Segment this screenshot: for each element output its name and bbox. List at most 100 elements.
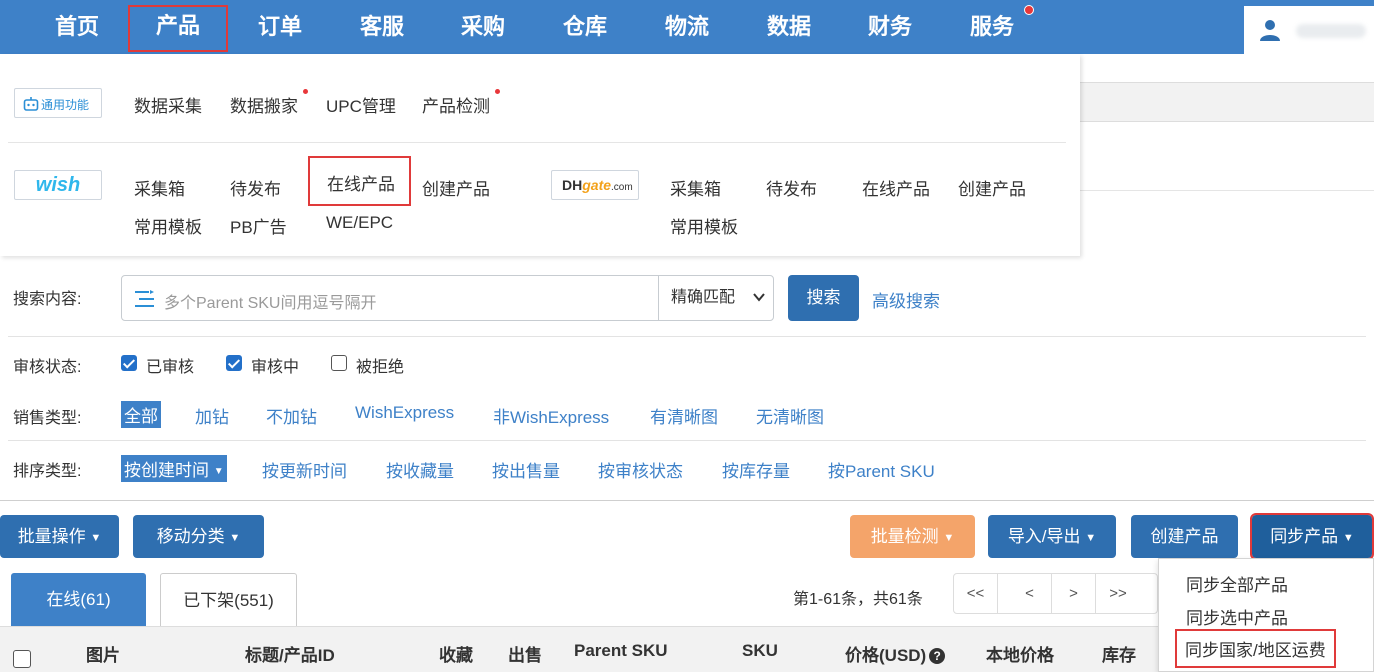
top-nav: 首页 产品 订单 客服 采购 仓库 物流 数据 财务 服务 — [0, 0, 1374, 54]
link-data-collection[interactable]: 数据采集 — [134, 92, 202, 117]
list-filter-icon — [135, 290, 154, 307]
column-header-title: 标题/产品ID — [245, 646, 335, 665]
checkbox-reviewed[interactable] — [121, 355, 137, 371]
pagination-prev[interactable]: < — [1008, 574, 1052, 613]
wish-link-create-product[interactable]: 创建产品 — [422, 175, 490, 200]
nav-item-products[interactable]: 产品 — [128, 5, 228, 52]
column-header-sku: SKU — [742, 641, 778, 660]
column-header-price-label: 价格(USD) — [845, 646, 927, 665]
sales-type-all[interactable]: 全部 — [121, 401, 161, 428]
select-all-checkbox[interactable] — [13, 650, 31, 668]
filter-divider — [8, 336, 1366, 337]
wish-link-pending[interactable]: 待发布 — [230, 175, 281, 200]
wish-link-we-epc[interactable]: WE/EPC — [326, 213, 393, 233]
wish-logo: wish — [14, 170, 102, 200]
checkbox-rejected-label: 被拒绝 — [356, 359, 405, 376]
caret-down-icon: ▼ — [213, 466, 224, 477]
checkbox-reviewed-label: 已审核 — [146, 359, 195, 376]
checkbox-under-review[interactable] — [226, 355, 242, 371]
sort-selected-label: 按创建时间 — [124, 461, 209, 480]
column-header-sold[interactable]: 出售 — [508, 641, 542, 666]
user-name-redacted — [1296, 24, 1366, 38]
import-export-button[interactable]: 导入/导出 ▼ — [988, 515, 1116, 558]
wish-link-online-products[interactable]: 在线产品 — [308, 156, 411, 206]
background-toolbar — [1080, 82, 1374, 122]
link-upc-management[interactable]: UPC管理 — [326, 92, 396, 117]
nav-item-orders[interactable]: 订单 — [230, 0, 330, 54]
tab-delisted[interactable]: 已下架(551) — [160, 573, 297, 626]
pagination-summary: 第1-61条，共61条 — [793, 591, 923, 608]
sales-type-no-diamond[interactable]: 不加钻 — [266, 403, 317, 428]
sync-all-products[interactable]: 同步全部产品 — [1186, 571, 1288, 596]
search-button[interactable]: 搜索 — [788, 275, 859, 321]
import-export-label: 导入/导出 — [1007, 527, 1081, 546]
sales-type-label: 销售类型: — [13, 410, 82, 427]
column-header-favorites[interactable]: 收藏 — [439, 641, 473, 666]
nav-item-home[interactable]: 首页 — [27, 0, 127, 54]
nav-item-customer-service[interactable]: 客服 — [332, 0, 432, 54]
nav-item-warehouse[interactable]: 仓库 — [535, 0, 635, 54]
match-mode-value: 精确匹配 — [671, 289, 736, 306]
dhgate-link-create-product[interactable]: 创建产品 — [958, 175, 1026, 200]
search-input[interactable]: 多个Parent SKU间用逗号隔开 精确匹配 — [121, 275, 774, 321]
wish-link-pb-ads[interactable]: PB广告 — [230, 213, 287, 238]
sort-by-parent-sku[interactable]: 按Parent SKU — [828, 457, 935, 482]
dhgate-link-collection-box[interactable]: 采集箱 — [670, 175, 721, 200]
match-mode-select[interactable]: 精确匹配 — [658, 276, 774, 320]
nav-item-finance[interactable]: 财务 — [840, 0, 940, 54]
column-header-price: 价格(USD)? — [845, 641, 946, 666]
advanced-search-link[interactable]: 高级搜索 — [872, 287, 940, 312]
new-badge-dot — [495, 89, 500, 94]
section-divider — [0, 500, 1374, 501]
move-category-button[interactable]: 移动分类 ▼ — [133, 515, 264, 558]
wish-logo-text: wish — [35, 174, 81, 196]
create-product-button[interactable]: 创建产品 — [1131, 515, 1238, 558]
column-header-stock[interactable]: 库存 — [1102, 641, 1136, 666]
search-placeholder: 多个Parent SKU间用逗号隔开 — [164, 295, 377, 312]
sort-by-update-time[interactable]: 按更新时间 — [262, 457, 347, 482]
link-product-check[interactable]: 产品检测 — [422, 92, 490, 117]
batch-check-button[interactable]: 批量检测 ▼ — [850, 515, 975, 558]
dhgate-link-pending[interactable]: 待发布 — [766, 175, 817, 200]
wish-link-collection-box[interactable]: 采集箱 — [134, 175, 185, 200]
move-category-label: 移动分类 — [156, 527, 225, 546]
sort-selected[interactable]: 按创建时间 ▼ — [121, 455, 227, 482]
pagination-first[interactable]: << — [954, 574, 998, 613]
sort-by-stock[interactable]: 按库存量 — [722, 457, 790, 482]
sort-by-review-status[interactable]: 按审核状态 — [598, 457, 683, 482]
batch-operations-button[interactable]: 批量操作 ▼ — [0, 515, 119, 558]
sales-type-no-clear-image[interactable]: 无清晰图 — [756, 403, 824, 428]
sales-type-clear-image[interactable]: 有清晰图 — [650, 403, 718, 428]
search-label: 搜索内容: — [13, 291, 82, 308]
column-header-local-price: 本地价格 — [986, 646, 1054, 665]
pagination-last[interactable]: >> — [1096, 574, 1140, 613]
checkbox-rejected[interactable] — [331, 355, 347, 371]
sales-type-non-wishexpress[interactable]: 非WishExpress — [493, 403, 609, 428]
caret-down-icon: ▼ — [90, 532, 102, 544]
caret-down-icon: ▼ — [229, 532, 241, 544]
sync-country-shipping[interactable]: 同步国家/地区运费 — [1175, 629, 1336, 668]
caret-down-icon: ▼ — [1342, 532, 1354, 544]
dhgate-link-online-products[interactable]: 在线产品 — [862, 175, 930, 200]
tab-online[interactable]: 在线(61) — [11, 573, 146, 626]
help-icon[interactable]: ? — [929, 648, 946, 664]
sync-selected-products[interactable]: 同步选中产品 — [1186, 604, 1288, 629]
sort-by-sales[interactable]: 按出售量 — [492, 457, 560, 482]
pagination-next[interactable]: > — [1052, 574, 1096, 613]
link-data-migration[interactable]: 数据搬家 — [230, 92, 298, 117]
dhgate-logo-com: .com — [611, 182, 633, 193]
sales-type-wishexpress[interactable]: WishExpress — [355, 403, 454, 423]
nav-item-data[interactable]: 数据 — [739, 0, 839, 54]
dhgate-link-templates[interactable]: 常用模板 — [670, 213, 738, 238]
sales-type-diamond[interactable]: 加钻 — [195, 403, 229, 428]
sort-by-favorites[interactable]: 按收藏量 — [386, 457, 454, 482]
nav-item-logistics[interactable]: 物流 — [637, 0, 737, 54]
dhgate-logo-gate: gate — [582, 177, 612, 193]
wish-link-templates[interactable]: 常用模板 — [134, 213, 202, 238]
sync-products-button[interactable]: 同步产品 ▼ — [1250, 513, 1374, 560]
chevron-down-icon — [753, 293, 765, 302]
nav-item-purchasing[interactable]: 采购 — [433, 0, 533, 54]
checkbox-under-review-label: 审核中 — [251, 359, 300, 376]
user-menu[interactable] — [1244, 6, 1374, 54]
notification-dot — [1024, 5, 1034, 15]
